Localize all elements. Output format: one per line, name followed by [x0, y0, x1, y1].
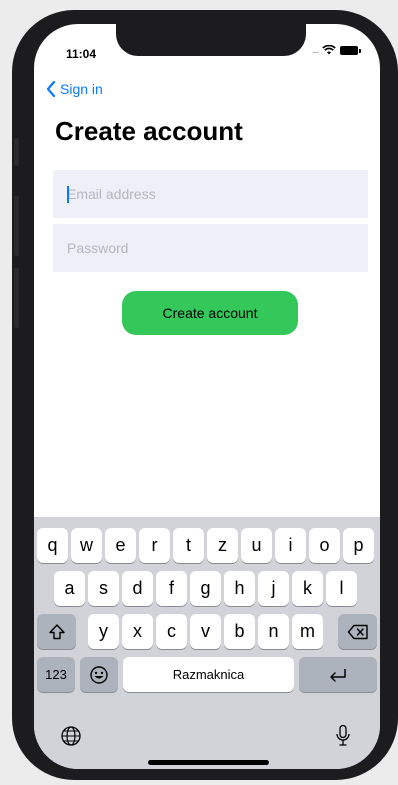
key-s[interactable]: s: [88, 571, 119, 606]
key-o[interactable]: o: [309, 528, 340, 563]
key-r[interactable]: r: [139, 528, 170, 563]
dictation-key[interactable]: [328, 721, 358, 751]
space-key[interactable]: Razmaknica: [123, 657, 294, 692]
return-icon: [330, 668, 346, 682]
back-button[interactable]: Sign in: [46, 81, 103, 97]
emoji-icon: [90, 665, 108, 684]
key-k[interactable]: k: [292, 571, 323, 606]
page-title: Create account: [55, 116, 243, 146]
email-field[interactable]: [53, 170, 368, 218]
back-label: Sign in: [60, 81, 103, 97]
key-y[interactable]: y: [88, 614, 119, 649]
signal-dots: ....: [311, 45, 319, 55]
key-d[interactable]: d: [122, 571, 153, 606]
microphone-icon: [336, 724, 350, 746]
volume-up-button: [14, 196, 19, 256]
shift-key[interactable]: [37, 614, 76, 649]
key-i[interactable]: i: [275, 528, 306, 563]
keyboard: q w e r t z u i o p a s d f g h j k l y …: [34, 517, 380, 769]
email-input[interactable]: [53, 186, 368, 202]
key-l[interactable]: l: [326, 571, 357, 606]
key-v[interactable]: v: [190, 614, 221, 649]
key-w[interactable]: w: [71, 528, 102, 563]
key-e[interactable]: e: [105, 528, 136, 563]
shift-icon: [48, 623, 65, 639]
key-b[interactable]: b: [224, 614, 255, 649]
create-account-button[interactable]: Create account: [122, 291, 298, 335]
screen: 11:04 .... Sign in Create account Create…: [34, 24, 380, 769]
key-n[interactable]: n: [258, 614, 289, 649]
key-t[interactable]: t: [173, 528, 204, 563]
globe-key[interactable]: [56, 721, 86, 751]
key-p[interactable]: p: [343, 528, 374, 563]
key-q[interactable]: q: [37, 528, 68, 563]
key-m[interactable]: m: [292, 614, 323, 649]
globe-icon: [61, 726, 81, 746]
chevron-left-icon: [46, 81, 56, 97]
password-input[interactable]: [53, 240, 368, 256]
key-j[interactable]: j: [258, 571, 289, 606]
home-indicator: [148, 760, 269, 765]
password-field[interactable]: [53, 224, 368, 272]
key-z[interactable]: z: [207, 528, 238, 563]
key-f[interactable]: f: [156, 571, 187, 606]
status-time: 11:04: [66, 47, 97, 61]
key-g[interactable]: g: [190, 571, 221, 606]
delete-key[interactable]: [338, 614, 377, 649]
key-a[interactable]: a: [54, 571, 85, 606]
volume-down-button: [14, 268, 19, 328]
text-cursor: [67, 186, 69, 203]
numbers-key[interactable]: 123: [37, 657, 75, 692]
key-c[interactable]: c: [156, 614, 187, 649]
key-x[interactable]: x: [122, 614, 153, 649]
key-h[interactable]: h: [224, 571, 255, 606]
return-key[interactable]: [299, 657, 377, 692]
mute-switch: [14, 138, 19, 166]
wifi-icon: [322, 45, 336, 55]
notch: [116, 24, 306, 56]
key-u[interactable]: u: [241, 528, 272, 563]
emoji-key[interactable]: [80, 657, 118, 692]
delete-icon: [347, 624, 368, 639]
status-icons: ....: [311, 45, 361, 55]
battery-icon: [340, 45, 361, 55]
